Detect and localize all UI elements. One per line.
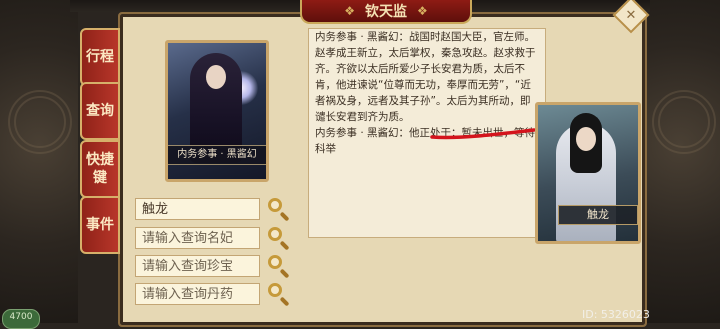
- magnifier-icon: [268, 227, 282, 241]
- portrait-card: 内务参事 · 黑酱幻: [165, 40, 269, 182]
- title-ornament-left-icon: ❖: [344, 4, 355, 18]
- elixir-search-input[interactable]: 请输入查询丹药: [135, 283, 260, 305]
- minister-search-button[interactable]: [266, 196, 292, 222]
- portrait-card-label: 内务参事 · 黑酱幻: [168, 145, 266, 165]
- left-background: [0, 0, 78, 323]
- magnifier-handle: [279, 211, 290, 222]
- treasure-search-button[interactable]: [266, 253, 292, 279]
- window-title: 钦天监: [365, 4, 407, 20]
- right-background: [640, 0, 720, 323]
- minister-search-input[interactable]: 触龙: [135, 198, 260, 220]
- magnifier-icon: [268, 198, 282, 212]
- magnifier-icon: [268, 255, 282, 269]
- search-row-treasure: 请输入查询珍宝: [135, 255, 295, 279]
- level-badge: 4700: [2, 309, 40, 329]
- character-name-label: 触龙: [558, 205, 638, 225]
- consort-search-button[interactable]: [266, 225, 292, 251]
- tab-events[interactable]: 事件: [80, 196, 120, 254]
- red-annotation-stroke: [430, 128, 536, 140]
- character-card: 触龙: [535, 102, 641, 244]
- search-row-elixir: 请输入查询丹药: [135, 283, 295, 307]
- consort-search-input[interactable]: 请输入查询名妃: [135, 227, 260, 249]
- search-row-minister: 触龙: [135, 198, 295, 222]
- window-title-bar: ❖ 钦天监 ❖: [300, 0, 472, 24]
- magnifier-handle: [279, 240, 290, 251]
- tab-query[interactable]: 查询: [80, 82, 120, 140]
- search-row-consort: 请输入查询名妃: [135, 227, 295, 251]
- magnifier-icon: [268, 283, 282, 297]
- portrait-face: [206, 65, 226, 89]
- magnifier-handle: [279, 268, 290, 279]
- tab-itinerary[interactable]: 行程: [80, 28, 120, 86]
- title-ornament-right-icon: ❖: [417, 4, 428, 18]
- player-id: ID: 5326023: [582, 308, 650, 321]
- character-face: [576, 127, 596, 151]
- elixir-search-button[interactable]: [266, 281, 292, 307]
- info-paragraph-history: 内务参事 · 黑酱幻：战国时赵国大臣，官左师。赵孝成王新立，太后掌权，秦急攻赵。…: [315, 31, 536, 123]
- magnifier-handle: [279, 296, 290, 307]
- close-icon: ✕: [625, 7, 637, 23]
- treasure-search-input[interactable]: 请输入查询珍宝: [135, 255, 260, 277]
- tab-shortcut[interactable]: 快捷键: [80, 140, 120, 198]
